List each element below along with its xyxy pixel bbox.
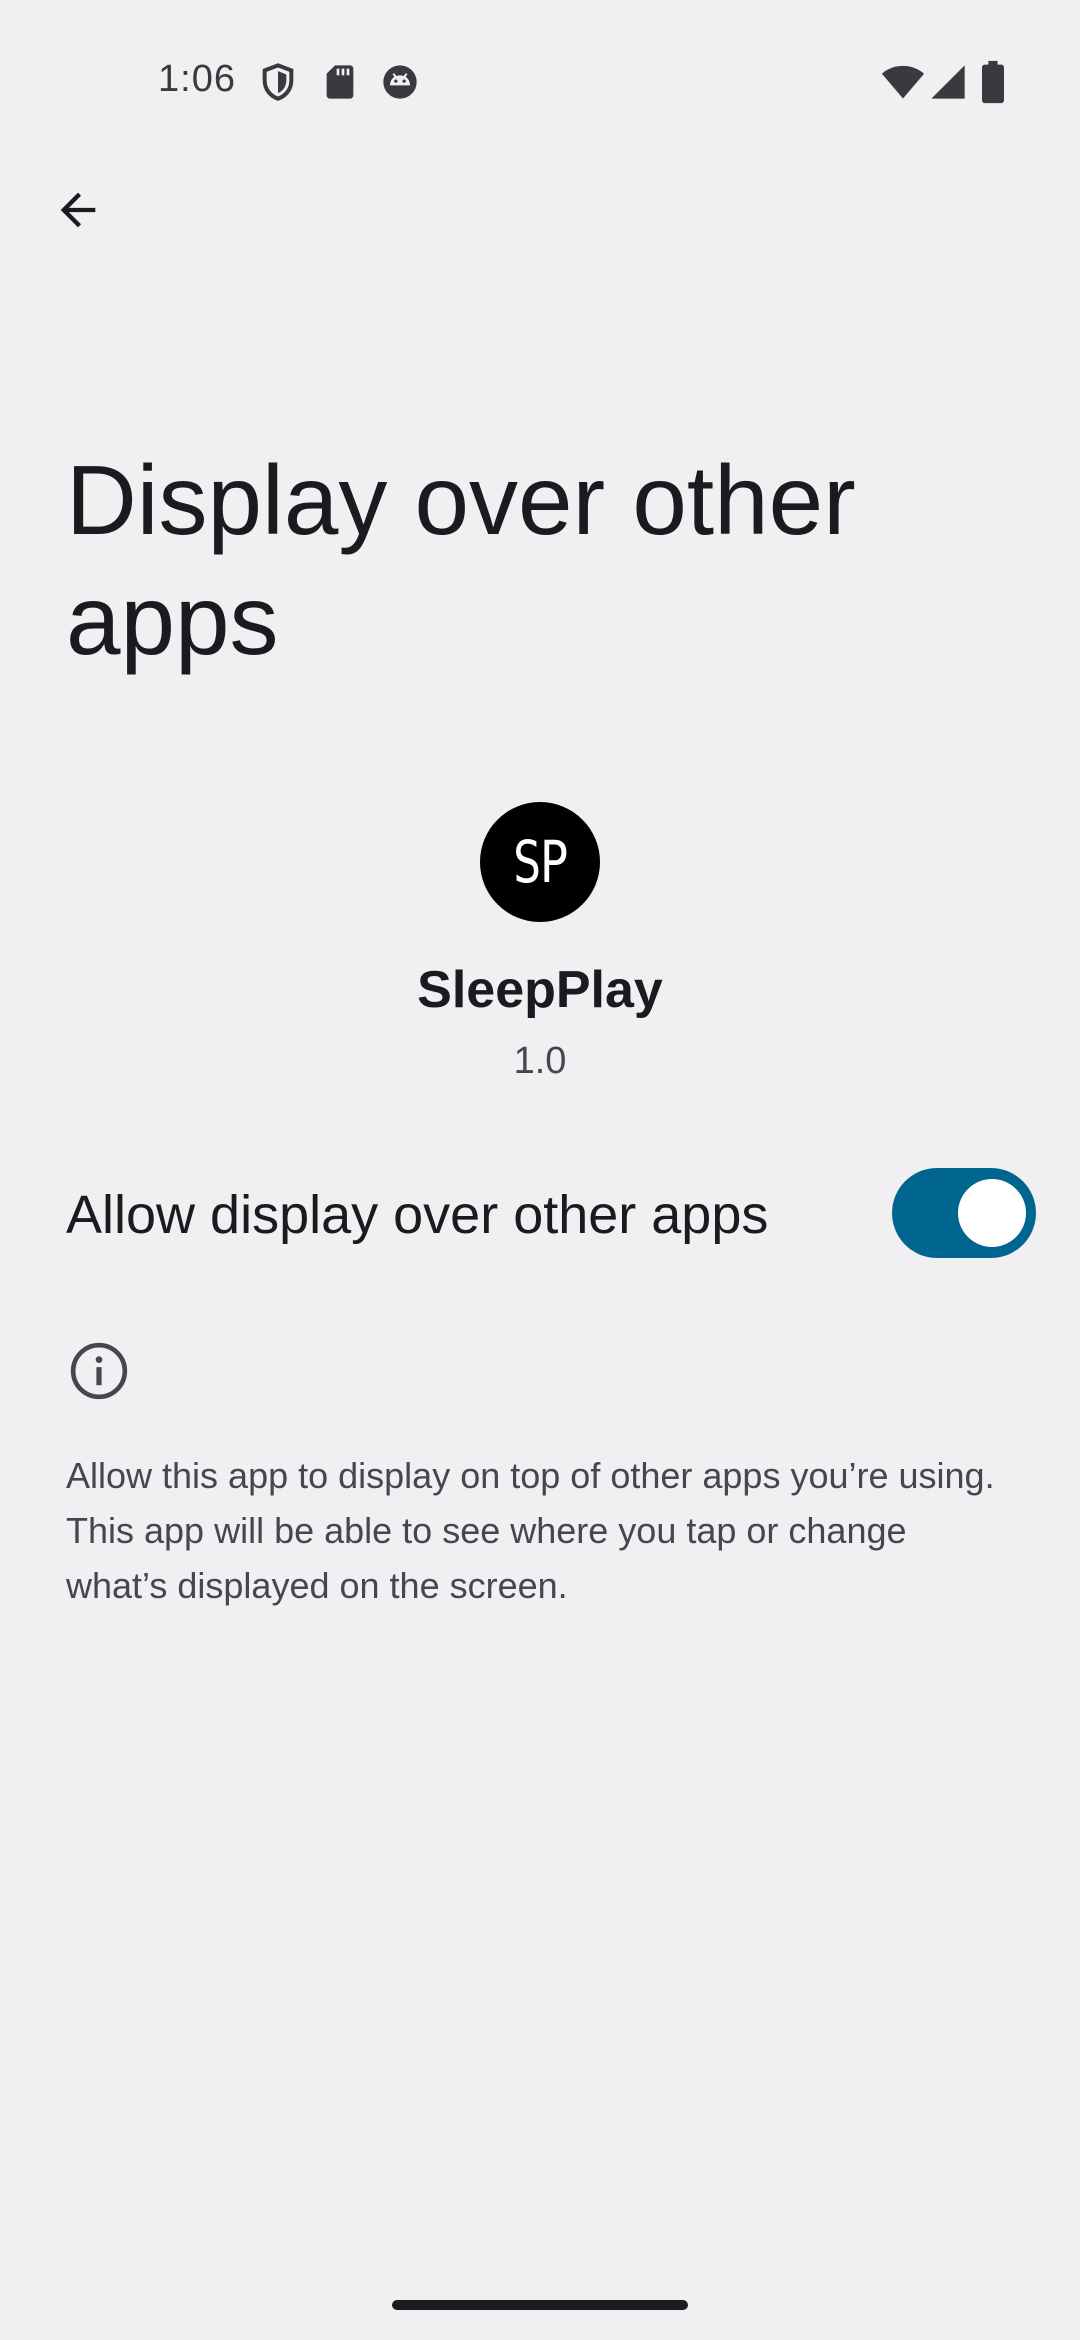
shield-icon [258, 62, 298, 102]
app-icon: SP [480, 802, 600, 922]
info-icon [68, 1340, 130, 1402]
sd-card-icon [320, 62, 360, 102]
wifi-icon [880, 60, 926, 104]
app-name: SleepPlay [417, 961, 663, 1019]
status-time: 1:06 [158, 58, 236, 100]
status-bar: 1:06 [0, 0, 1080, 120]
signal-icon [928, 60, 968, 104]
app-icon-text: SP [513, 828, 569, 896]
app-version: 1.0 [513, 1040, 567, 1082]
back-button[interactable] [40, 172, 116, 248]
allow-display-setting-row[interactable]: Allow display over other apps [0, 1150, 1080, 1276]
info-description: Allow this app to display on top of othe… [66, 1455, 995, 1606]
allow-display-toggle[interactable] [892, 1168, 1036, 1258]
navigation-handle[interactable] [392, 2300, 688, 2310]
page-title: Display over other apps [66, 445, 856, 675]
android-debug-icon [380, 62, 420, 102]
arrow-back-icon [52, 184, 104, 236]
toggle-thumb [958, 1179, 1026, 1247]
battery-icon [980, 60, 1006, 104]
allow-display-label: Allow display over other apps [66, 1185, 769, 1245]
